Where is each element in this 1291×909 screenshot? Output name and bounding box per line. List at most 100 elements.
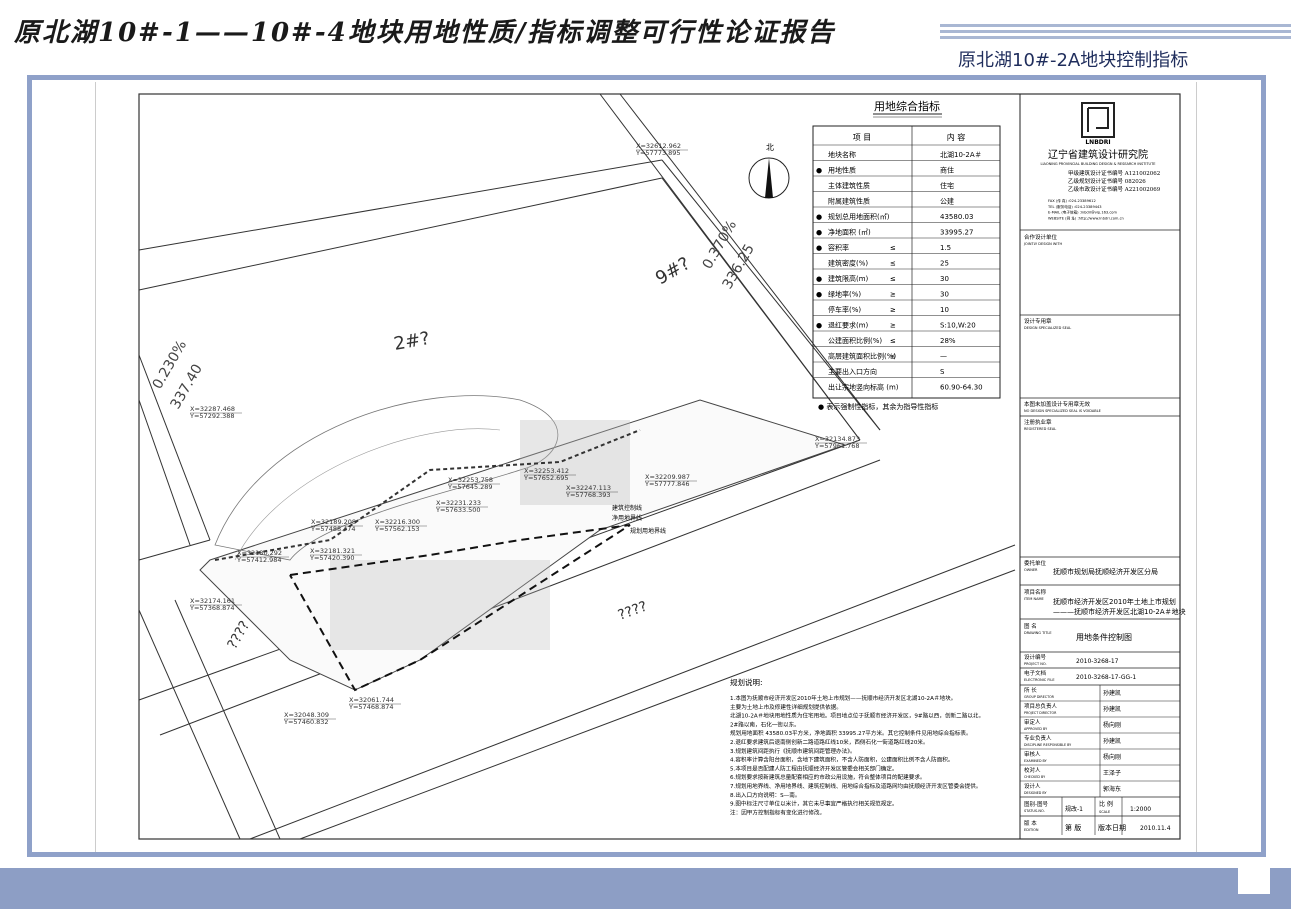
indicator-operator: ≤ [890, 244, 896, 252]
indicator-item: 建筑密度(%) [828, 259, 868, 268]
indicator-value: 30 [940, 275, 949, 283]
indicator-value: 10 [940, 306, 949, 314]
edition-date-value: 2010.11.4 [1140, 825, 1171, 832]
design-seal-label-en: DESIGN SPECIALIZED SEAL [1024, 326, 1071, 330]
contact-line: E-MAIL (电子信箱) :lnbdri@vip.163.com [1048, 210, 1117, 215]
item-name-label-en: ITEM NAME [1024, 597, 1044, 601]
staff-role: 审核人 [1024, 750, 1041, 758]
note-line: 8.出入口方向说明：S—南。 [730, 791, 800, 799]
note-line: 7.规划用地界线、净用地界线、建筑控制线、用地综合指标及道路网均由抚顺经济开发区… [730, 782, 981, 790]
indicator-item: 净地面积 (㎡) [828, 228, 871, 237]
indicator-item: 容积率 [828, 243, 849, 252]
staff-role: 审定人 [1024, 718, 1041, 726]
indicator-value: 住宅 [940, 181, 954, 190]
indicator-value: 商住 [940, 166, 954, 175]
indicator-operator: ≤ [890, 337, 896, 345]
indicator-value: 43580.03 [940, 213, 973, 221]
planning-drawing: 北 2#? 9#? ???? ???? 0.370% 336.25 0.230%… [138, 93, 1186, 840]
indicator-item: 主要出入口方向 [828, 367, 877, 376]
indicator-value: 33995.27 [940, 229, 973, 237]
road-label-south: ???? [616, 599, 649, 624]
staff-role: 校对人 [1024, 766, 1041, 774]
coordinate-label: X=32189.208 Y=57488.474 [310, 518, 356, 533]
staff-role-en: DISCIPLINE RESPONSIBLE BY [1024, 743, 1072, 747]
mandatory-bullet: ● [816, 291, 822, 299]
institute-name-en: LIAONING PROVINCIAL BUILDING DESIGN & RE… [1041, 162, 1156, 166]
indicator-item: 地块名称 [828, 150, 856, 159]
institute-name: 辽宁省建筑设计研究院 [1048, 148, 1148, 161]
indicator-operator: ≤ [890, 353, 896, 361]
road-label-9: 9#? [652, 253, 694, 289]
indicator-value: S:10,W:20 [940, 322, 976, 330]
coordinate-label: X=32048.309 Y=57460.832 [283, 711, 329, 726]
note-line: 2.退红要求建筑后退南侧创新二路道路红线10米，西侧石化一街道路红线20米。 [730, 738, 929, 746]
staff-role: 项目总负责人 [1024, 702, 1058, 710]
coordinate-label: X=32216.300 Y=57562.153 [374, 518, 420, 533]
certificate-line: 乙级市政设计证书编号 A221002069 [1068, 185, 1161, 193]
drawing-title-label: 图 名 [1024, 622, 1037, 630]
indicator-item: 出让宗地竖向标高 (m) [828, 383, 899, 392]
indicator-operator: ≤ [890, 275, 896, 283]
line-label-planning: 规划用地界线 [630, 527, 666, 535]
registered-seal-label: 注册执业章 [1024, 418, 1052, 426]
indicator-table: 用地综合指标 项 目 内 容 地块名称 北湖10-2A＃ ● 用地性质 商住主体建筑性质… [812, 99, 1001, 411]
item-name-value-1: 抚顺市经济开发区2010年土地上市规划 [1053, 597, 1176, 606]
footer-page-box [1238, 868, 1270, 894]
coordinate-label: X=32061.744 Y=57468.874 [348, 696, 394, 711]
staff-name: 郭海东 [1103, 785, 1121, 793]
indicator-header-item: 项 目 [853, 133, 872, 142]
scale-label: 比 例 [1099, 800, 1113, 808]
seal-invalid-note: 本图未加盖设计专用章无效 [1024, 400, 1091, 408]
note-line: 主要为土地上市及修建性详细规划提供依据。 [730, 703, 842, 711]
indicator-value: 1.5 [940, 244, 951, 252]
note-line: 4.容积率计算含阳台面积，含地下建筑面积，不含人防面积，公建面积比例不含人防面积… [730, 756, 954, 764]
indicator-value: 30 [940, 291, 949, 299]
coordinate-label: X=32247.113 Y=57768.393 [565, 484, 611, 499]
staff-role: 所 长 [1024, 686, 1037, 694]
indicator-value: S [940, 368, 945, 376]
indicator-item: 绿地率(%) [828, 290, 861, 299]
note-line: 北湖10-2A＃地块用地性质为住宅用地。项目地点位于抚顺市经济开发区，9#路以西… [730, 712, 984, 720]
project-no-value: 2010-3268-17 [1076, 658, 1119, 665]
drawing-title-label-en: DRAWING TITLE [1024, 631, 1052, 635]
note-line: 5.本项目是否配建人防工程由抚顺经济开发区管委会相关部门确定。 [730, 764, 898, 772]
scale-label-en: SCALE [1099, 810, 1110, 814]
indicator-note: ● 表示强制性指标，其余为指导性指标 [818, 402, 938, 411]
efile-label-en: ELECTRONIC FILE [1024, 678, 1055, 682]
registered-seal-label-en: REGISTERED SEAL [1024, 427, 1056, 431]
certificate-line: 甲级建筑设计证书编号 A121002062 [1068, 169, 1160, 177]
indicator-operator: ≥ [890, 322, 896, 330]
road-label-2: 2#? [392, 328, 431, 355]
coordinate-label: X=32181.321 Y=57420.390 [309, 547, 355, 562]
staff-role-en: GROUP DIRECTOR [1024, 695, 1055, 699]
staff-role-en: PROJECT DIRECTOR [1024, 711, 1057, 715]
line-label-net: 净用地界线 [612, 514, 642, 522]
mandatory-bullet: ● [816, 275, 822, 283]
title-block: LNBDRI 辽宁省建筑设计研究院 LIAONING PROVINCIAL BU… [1019, 94, 1186, 839]
mandatory-bullet: ● [816, 244, 822, 252]
mandatory-bullet: ● [816, 167, 822, 175]
north-arrow: 北 [748, 143, 790, 199]
item-name-label: 项目名称 [1024, 588, 1047, 596]
item-name-value-2: ———抚顺市经济开发区北湖10-2A＃地块 [1053, 607, 1186, 616]
line-label-control: 建筑控制线 [612, 504, 642, 512]
indicator-value: 公建 [940, 197, 954, 206]
contact-line: TEL (服务电话) :024-23389443 [1047, 204, 1102, 209]
note-line: 9.图中标注尺寸单位以米计，其它未尽事宜严格执行相关规范规定。 [730, 800, 898, 808]
contact-line: WEBSITE (网 址) :http://www.lnbdri.com.cn [1048, 215, 1124, 220]
drawing-title-value: 用地条件控制图 [1076, 632, 1132, 642]
staff-role: 专业负责人 [1024, 734, 1052, 742]
indicator-item: 公建面积比例(%) [828, 336, 882, 345]
indicator-item: 高层建筑面积比例(%) [828, 352, 896, 361]
edition-version: 第 版 [1065, 823, 1081, 832]
staff-name: 孙建凯 [1103, 689, 1121, 697]
note-line: 3.规划建筑间距执行《抚顺市建筑间距管理办法》。 [730, 747, 856, 755]
status-label: 图别-图号 [1024, 800, 1048, 808]
indicator-item: 用地性质 [828, 166, 856, 175]
scale-value: 1:2000 [1130, 806, 1151, 813]
notes-title: 规划说明: [730, 677, 763, 687]
status-label-en: STATUS-NO. [1024, 809, 1045, 813]
joint-design-label: 合作设计单位 [1024, 233, 1058, 241]
indicator-value: — [940, 353, 947, 361]
indicator-item: 主体建筑性质 [828, 181, 870, 190]
